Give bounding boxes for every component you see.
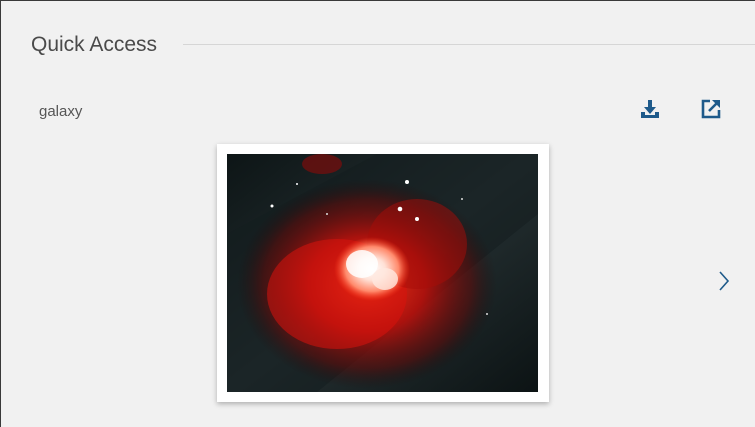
section-title: Quick Access: [31, 33, 158, 56]
download-icon: [641, 100, 659, 118]
next-button[interactable]: [713, 265, 735, 297]
chevron-right-icon: [719, 271, 730, 291]
section-divider: [183, 44, 755, 45]
galaxy-image[interactable]: [227, 154, 538, 392]
item-title: galaxy: [39, 103, 83, 120]
image-thumbnail-card[interactable]: [217, 144, 549, 402]
open-external-icon: [701, 99, 721, 119]
download-button[interactable]: [637, 96, 663, 122]
open-external-button[interactable]: [698, 96, 724, 122]
nebula-picture: [227, 154, 538, 392]
quick-access-panel: Quick Access galaxy: [0, 0, 755, 427]
